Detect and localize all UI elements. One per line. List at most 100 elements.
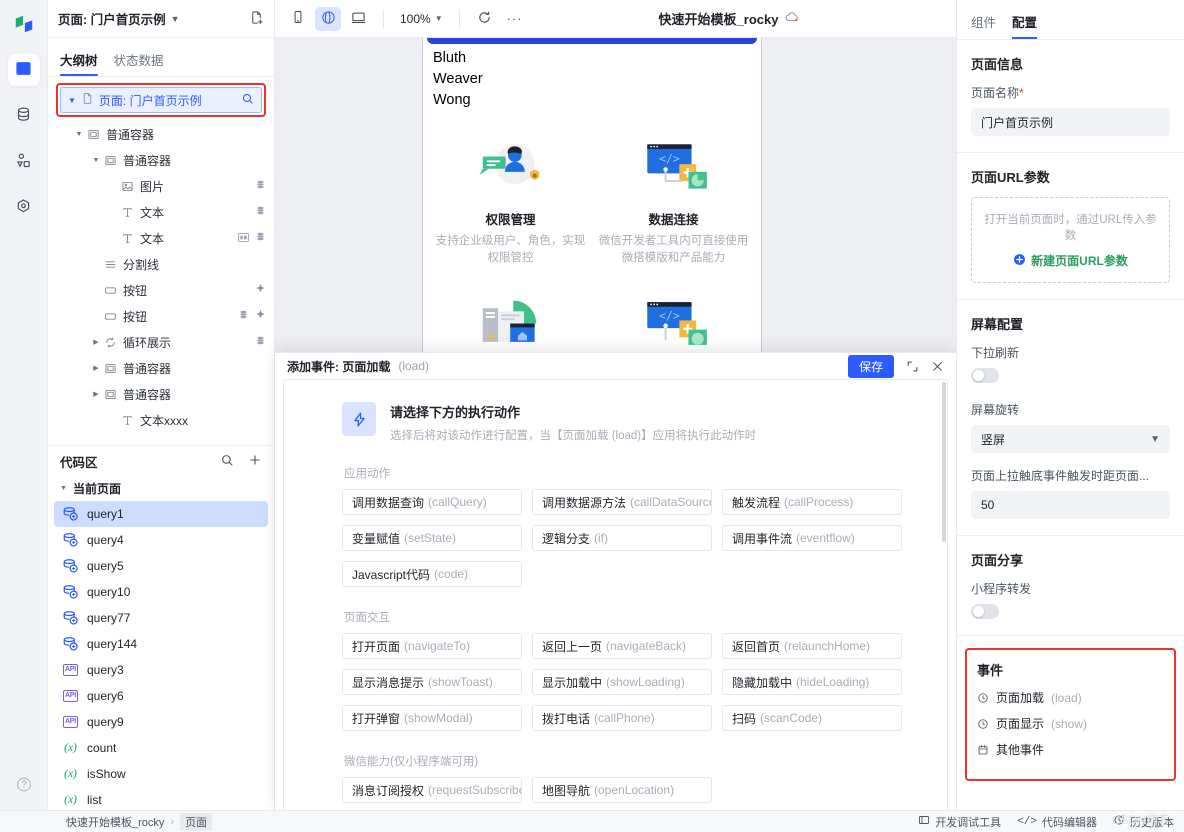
action-chip[interactable]: 拨打电话 (callPhone) bbox=[532, 705, 712, 731]
feature-card[interactable]: </> 数据连接 微信开发者工具内可直接使用微搭模版和产品能力 bbox=[592, 125, 755, 279]
toolbar-more-button[interactable]: ··· bbox=[502, 7, 528, 31]
data-bind-icon[interactable] bbox=[255, 335, 266, 349]
rail-item-data[interactable] bbox=[8, 100, 40, 132]
tree-node[interactable]: ▶ 普通容器 bbox=[56, 381, 266, 407]
action-chip[interactable]: 返回上一页 (navigateBack) bbox=[532, 633, 712, 659]
action-chip[interactable]: 隐藏加载中 (hideLoading) bbox=[722, 669, 902, 695]
page-name-input[interactable]: 门户首页示例 bbox=[971, 108, 1170, 136]
event-item[interactable]: 其他事件 bbox=[977, 741, 1164, 758]
tree-node[interactable]: ▶ 普通容器 bbox=[56, 355, 266, 381]
code-area-item[interactable]: API query6 bbox=[54, 683, 268, 709]
data-bind-icon[interactable] bbox=[255, 179, 266, 193]
tree-node[interactable]: 图片 bbox=[56, 173, 266, 199]
chevron-right-icon[interactable]: ▶ bbox=[90, 338, 102, 346]
device-mobile-button[interactable] bbox=[285, 7, 311, 31]
code-area-item[interactable]: API query3 bbox=[54, 657, 268, 683]
close-icon[interactable] bbox=[931, 360, 944, 373]
action-chip[interactable]: 地图导航 (openLocation) bbox=[532, 777, 712, 803]
tree-node[interactable]: ▶ 循环展示 bbox=[56, 329, 266, 355]
pull-refresh-toggle[interactable] bbox=[971, 368, 999, 383]
rail-item-components[interactable] bbox=[8, 146, 40, 178]
feature-card[interactable]: 权限管理 支持企业级用户、角色，实现权限管控 bbox=[429, 125, 592, 279]
action-chip[interactable]: 扫码 (scanCode) bbox=[722, 705, 902, 731]
save-button[interactable]: 保存 bbox=[847, 354, 894, 378]
tab-config[interactable]: 配置 bbox=[1012, 12, 1038, 39]
chevron-right-icon[interactable]: ▶ bbox=[90, 390, 102, 398]
action-chip[interactable]: 调用数据查询 (callQuery) bbox=[342, 489, 522, 515]
modal-scrollbar[interactable] bbox=[942, 382, 946, 542]
search-icon[interactable] bbox=[241, 92, 254, 108]
action-chip[interactable]: Javascript代码 (code) bbox=[342, 561, 522, 587]
action-chip[interactable]: 返回首页 (relaunchHome) bbox=[722, 633, 902, 659]
code-area-group[interactable]: ▼ 当前页面 bbox=[48, 477, 274, 501]
chevron-right-icon[interactable]: ▶ bbox=[90, 364, 102, 372]
app-logo-icon[interactable] bbox=[8, 8, 40, 40]
tab-outline-tree[interactable]: 大纲树 bbox=[60, 50, 98, 76]
code-area-item[interactable]: query144 bbox=[54, 631, 268, 657]
tree-node[interactable]: 按钮 bbox=[56, 277, 266, 303]
code-area-group-label: 当前页面 bbox=[72, 482, 121, 497]
search-icon[interactable] bbox=[220, 453, 234, 470]
action-chip[interactable]: 调用数据源方法 (callDataSource) bbox=[532, 489, 712, 515]
add-url-param-button[interactable]: 新建页面URL参数 bbox=[980, 252, 1161, 269]
tab-components[interactable]: 组件 bbox=[971, 12, 996, 39]
data-bind-icon[interactable] bbox=[255, 231, 266, 245]
tree-node[interactable]: 按钮 bbox=[56, 303, 266, 329]
event-bolt-icon[interactable] bbox=[255, 309, 266, 323]
tree-node[interactable]: 文本xxxx bbox=[56, 407, 266, 433]
expand-icon[interactable] bbox=[906, 360, 919, 373]
new-file-icon[interactable] bbox=[249, 10, 264, 28]
page-selector[interactable]: 页面: 门户首页示例 ▼ bbox=[48, 0, 274, 38]
action-chip[interactable]: 打开弹窗 (showModal) bbox=[342, 705, 522, 731]
action-chip[interactable]: 调用事件流 (eventflow) bbox=[722, 525, 902, 551]
event-bolt-icon[interactable] bbox=[255, 283, 266, 297]
tree-node[interactable]: 文本 bbox=[56, 225, 266, 251]
code-area-item[interactable]: query1 bbox=[54, 501, 268, 528]
code-area-item[interactable]: query77 bbox=[54, 605, 268, 631]
tree-root-node[interactable]: ▼ 页面: 门户首页示例 bbox=[60, 87, 262, 113]
reach-bottom-input[interactable]: 50 bbox=[971, 491, 1170, 519]
rail-item-settings[interactable] bbox=[8, 192, 40, 224]
plus-icon[interactable] bbox=[248, 453, 262, 470]
rotation-select[interactable]: 竖屏 ▼ bbox=[971, 425, 1170, 453]
action-chip[interactable]: 变量赋值 (setState) bbox=[342, 525, 522, 551]
code-area-item[interactable]: query5 bbox=[54, 553, 268, 579]
chevron-down-icon[interactable]: ▼ bbox=[90, 157, 102, 164]
tree-node[interactable]: ▼ 普通容器 bbox=[56, 121, 266, 147]
breadcrumb-app[interactable]: 快速开始模板_rocky bbox=[66, 814, 164, 830]
refresh-button[interactable] bbox=[472, 7, 498, 31]
tree-node[interactable]: 分割线 bbox=[56, 251, 266, 277]
action-sections: 应用动作 调用数据查询 (callQuery) 调用数据源方法 (callDataSou… bbox=[284, 465, 947, 811]
data-bind-icon[interactable] bbox=[238, 309, 249, 323]
device-desktop-button[interactable] bbox=[345, 7, 371, 31]
chevron-down-icon[interactable]: ▼ bbox=[73, 131, 85, 138]
code-area-item[interactable]: API query9 bbox=[54, 709, 268, 735]
forward-toggle[interactable] bbox=[971, 604, 999, 619]
action-chip[interactable]: 触发流程 (callProcess) bbox=[722, 489, 902, 515]
history-version-button[interactable]: 历史版本 bbox=[1113, 814, 1174, 830]
breadcrumb-page[interactable]: 页面 bbox=[180, 812, 213, 831]
device-tablet-button[interactable] bbox=[315, 6, 341, 31]
data-bind-icon[interactable] bbox=[255, 205, 266, 219]
code-area-item[interactable]: query10 bbox=[54, 579, 268, 605]
code-editor-button[interactable]: </> 代码编辑器 bbox=[1017, 814, 1097, 830]
help-button[interactable] bbox=[15, 776, 32, 796]
tab-state-data[interactable]: 状态数据 bbox=[114, 50, 164, 76]
action-chip[interactable]: 显示加载中 (showLoading) bbox=[532, 669, 712, 695]
rail-item-pages[interactable] bbox=[7, 54, 40, 86]
tree-node[interactable]: 文本 bbox=[56, 199, 266, 225]
event-item[interactable]: 页面显示 (show) bbox=[977, 715, 1164, 732]
code-area-item[interactable]: (x) isShow bbox=[54, 761, 268, 787]
action-chip[interactable]: 逻辑分支 (if) bbox=[532, 525, 712, 551]
event-item[interactable]: 页面加载 (load) bbox=[977, 689, 1164, 706]
tree-node[interactable]: ▼ 普通容器 bbox=[56, 147, 266, 173]
action-chip[interactable]: 消息订阅授权(requestSubscribeM... bbox=[342, 777, 522, 803]
code-area-item[interactable]: query4 bbox=[54, 527, 268, 553]
debug-tool-button[interactable]: 开发调试工具 bbox=[918, 814, 1001, 830]
code-area-item[interactable]: (x) count bbox=[54, 735, 268, 761]
style-icon[interactable] bbox=[238, 231, 249, 245]
code-area-item[interactable]: (x) list bbox=[54, 787, 268, 810]
zoom-control[interactable]: 100% ▼ bbox=[396, 12, 447, 26]
action-chip[interactable]: 显示消息提示 (showToast) bbox=[342, 669, 522, 695]
action-chip[interactable]: 打开页面 (navigateTo) bbox=[342, 633, 522, 659]
